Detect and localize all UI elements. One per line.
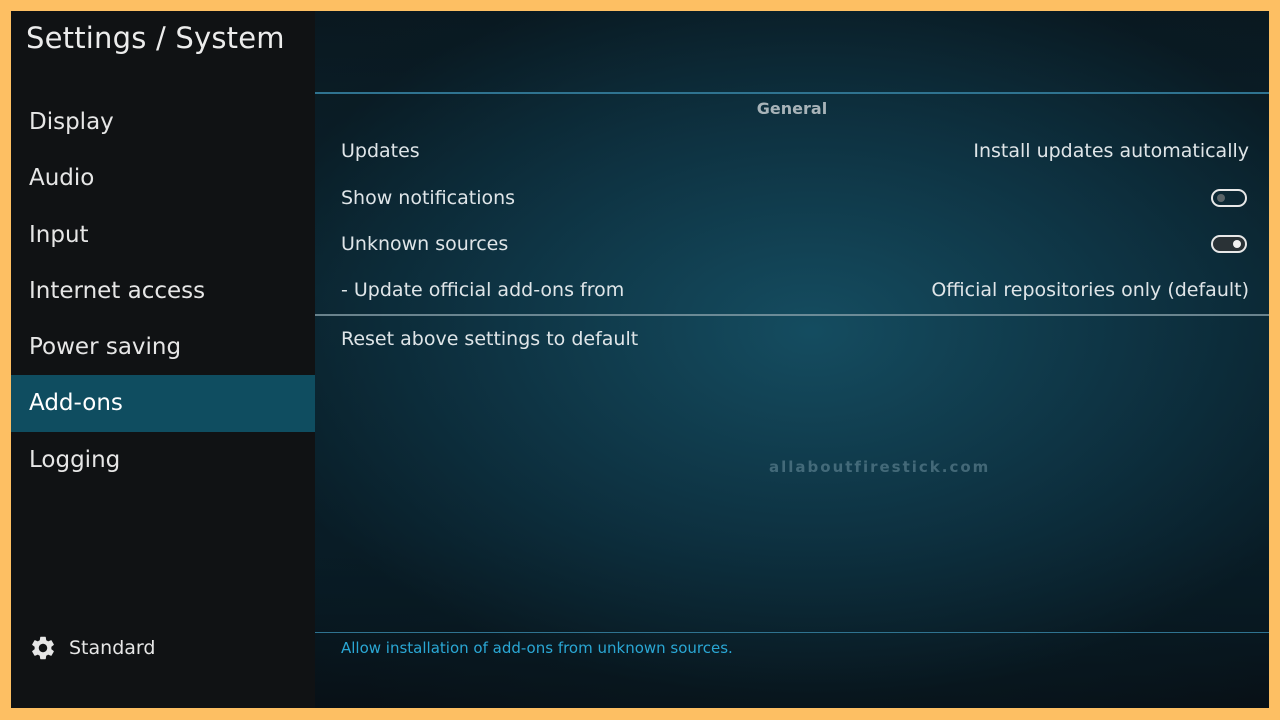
sidebar-item-power-saving[interactable]: Power saving <box>11 319 315 375</box>
setting-value: Install updates automatically <box>973 140 1249 162</box>
page-title: Settings / System <box>26 21 285 55</box>
app-window: Settings / System Display Audio Input In… <box>11 11 1269 708</box>
setting-label: - Update official add-ons from <box>341 279 625 301</box>
setting-unknown-sources[interactable]: Unknown sources <box>341 226 1249 262</box>
setting-updates[interactable]: Updates Install updates automatically <box>341 133 1249 169</box>
setting-label: Show notifications <box>341 187 516 209</box>
reset-label: Reset above settings to default <box>341 328 639 350</box>
sidebar-item-input[interactable]: Input <box>11 207 315 263</box>
toggle-knob <box>1217 194 1225 202</box>
sidebar-item-add-ons[interactable]: Add-ons <box>11 375 315 432</box>
setting-value: Official repositories only (default) <box>931 279 1249 301</box>
bottom-divider <box>315 632 1269 633</box>
reset-settings-button[interactable]: Reset above settings to default <box>341 321 1249 357</box>
sidebar-item-logging[interactable]: Logging <box>11 432 315 488</box>
watermark-text: allaboutfirestick.com <box>769 458 991 476</box>
gear-icon <box>32 636 54 660</box>
show-notifications-toggle[interactable] <box>1211 189 1247 207</box>
toggle-knob <box>1233 240 1241 248</box>
setting-update-official-addons-from[interactable]: - Update official add-ons from Official … <box>341 272 1249 308</box>
unknown-sources-toggle[interactable] <box>1211 235 1247 253</box>
settings-level-button[interactable]: Standard <box>29 633 155 663</box>
setting-label: Updates <box>341 140 420 162</box>
settings-panel: General Updates Install updates automati… <box>315 11 1269 708</box>
setting-show-notifications[interactable]: Show notifications <box>341 180 1249 216</box>
top-divider <box>315 92 1269 94</box>
settings-level-label: Standard <box>69 637 156 659</box>
setting-description: Allow installation of add-ons from unkno… <box>341 639 733 657</box>
section-header-general: General <box>756 99 828 118</box>
sidebar-item-display[interactable]: Display <box>11 94 315 150</box>
settings-category-menu: Display Audio Input Internet access Powe… <box>11 94 315 488</box>
sidebar-item-internet-access[interactable]: Internet access <box>11 263 315 319</box>
settings-divider <box>315 314 1269 316</box>
setting-label: Unknown sources <box>341 233 509 255</box>
sidebar-item-audio[interactable]: Audio <box>11 150 315 206</box>
sidebar: Settings / System Display Audio Input In… <box>11 11 315 708</box>
